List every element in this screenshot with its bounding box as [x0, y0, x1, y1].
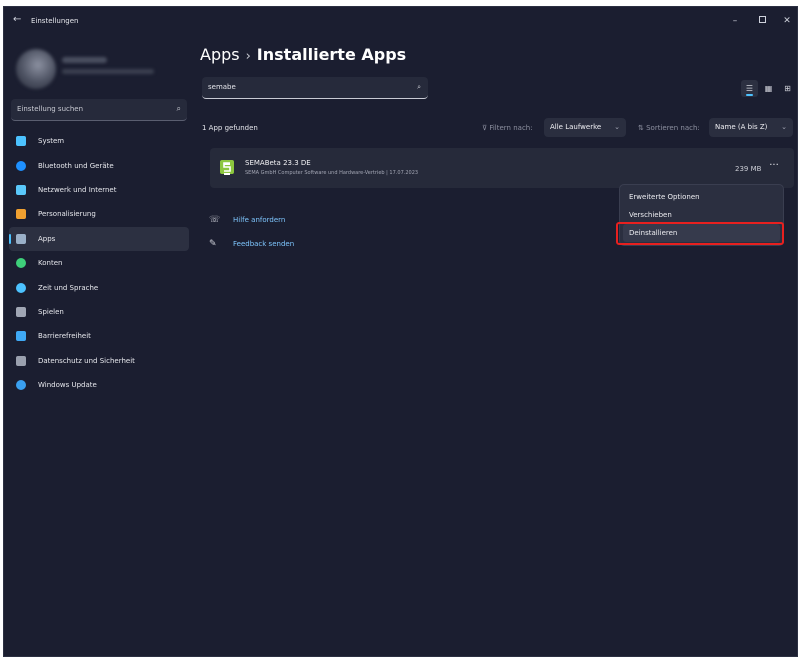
gamepad-icon: [16, 306, 26, 317]
feedback-link[interactable]: ✎ Feedback senden: [209, 235, 294, 253]
avatar[interactable]: [16, 49, 56, 89]
sidebar-item-bluetooth-und-geräte[interactable]: Bluetooth und Geräte: [9, 153, 189, 177]
list-view-button[interactable]: ☰: [741, 80, 758, 97]
sort-label: ⇅ Sortieren nach:: [638, 124, 700, 132]
app-list-item: SEMABeta 23.3 DE SEMA GmbH Computer Soft…: [210, 148, 794, 188]
feedback-icon: ✎: [209, 239, 217, 249]
apps-icon: [16, 233, 26, 244]
sidebar-nav: System Bluetooth und Geräte Netzwerk und I…: [9, 129, 189, 397]
sidebar-item-label: Bluetooth und Geräte: [38, 161, 114, 170]
chevron-right-icon: ›: [245, 49, 251, 64]
monitor-icon: [16, 136, 26, 147]
window-title: Einstellungen: [31, 17, 79, 25]
sidebar-item-label: Zeit und Sprache: [38, 283, 99, 292]
filter-value: Alle Laufwerke: [550, 123, 602, 131]
sidebar-item-label: System: [38, 137, 65, 146]
settings-window: ← Einstellungen – ✕ Einstellung suchen ⌕…: [3, 6, 798, 657]
sidebar-item-netzwerk-und-internet[interactable]: Netzwerk und Internet: [9, 178, 189, 202]
chevron-down-icon: ⌄: [614, 123, 620, 131]
maximize-icon: [758, 16, 766, 23]
globe-clock-icon: [16, 282, 26, 293]
filter-dropdown[interactable]: Alle Laufwerke ⌄: [544, 118, 626, 137]
profile-email-blurred: [62, 69, 154, 74]
settings-search-input[interactable]: Einstellung suchen ⌕: [11, 99, 187, 121]
back-arrow-icon[interactable]: ←: [13, 14, 21, 25]
menu-item-advanced-options[interactable]: Erweiterte Optionen: [623, 188, 780, 206]
sema-logo-icon: [220, 160, 234, 175]
results-count: 1 App gefunden: [202, 124, 258, 132]
wifi-icon: [16, 184, 26, 195]
search-icon: ⌕: [176, 104, 181, 113]
sidebar-item-konten[interactable]: Konten: [9, 251, 189, 275]
help-icon: ☏: [209, 215, 221, 225]
sidebar-item-label: Barrierefreiheit: [38, 332, 91, 341]
close-button[interactable]: ✕: [775, 12, 797, 30]
update-icon: [16, 380, 26, 391]
sidebar-item-label: Spielen: [38, 307, 64, 316]
sidebar-item-personalisierung[interactable]: Personalisierung: [9, 202, 189, 226]
sidebar-item-datenschutz-und-sicherheit[interactable]: Datenschutz und Sicherheit: [9, 349, 189, 373]
app-name: SEMABeta 23.3 DE: [245, 159, 311, 167]
bluetooth-icon: [16, 160, 26, 171]
sidebar-item-label: Konten: [38, 259, 63, 268]
person-icon: [16, 258, 26, 269]
sort-value: Name (A bis Z): [715, 123, 768, 131]
help-link[interactable]: ☏ Hilfe anfordern: [209, 211, 294, 229]
app-publisher-date: SEMA GmbH Computer Software und Hardware…: [245, 170, 419, 176]
help-link-label: Hilfe anfordern: [233, 216, 286, 224]
search-icon: ⌕: [417, 83, 421, 91]
sidebar-item-zeit-und-sprache[interactable]: Zeit und Sprache: [9, 275, 189, 299]
filter-label: ⊽ Filtern nach:: [482, 124, 533, 132]
sidebar-item-barrierefreiheit[interactable]: Barrierefreiheit: [9, 324, 189, 348]
sort-dropdown[interactable]: Name (A bis Z) ⌄: [709, 118, 793, 137]
sidebar-item-label: Windows Update: [38, 381, 97, 390]
app-search-input[interactable]: semabe ⌕: [202, 77, 428, 99]
breadcrumb-apps[interactable]: Apps: [200, 45, 240, 64]
more-options-button[interactable]: ···: [764, 160, 784, 176]
shield-icon: [16, 355, 26, 366]
feedback-link-label: Feedback senden: [233, 240, 295, 248]
sidebar-item-label: Apps: [38, 234, 56, 243]
sidebar-item-label: Personalisierung: [38, 210, 96, 219]
minimize-button[interactable]: –: [723, 12, 747, 30]
sidebar-item-windows-update[interactable]: Windows Update: [9, 373, 189, 397]
breadcrumb: Apps › Installierte Apps: [200, 45, 406, 64]
sidebar-item-spielen[interactable]: Spielen: [9, 300, 189, 324]
title-bar: ← Einstellungen – ✕: [4, 7, 797, 37]
page-title: Installierte Apps: [256, 45, 407, 64]
sidebar-item-system[interactable]: System: [9, 129, 189, 153]
uninstall-highlight-box: [616, 222, 784, 245]
sidebar-item-apps[interactable]: Apps: [9, 226, 189, 251]
brush-icon: [16, 209, 26, 220]
app-search-value: semabe: [208, 83, 236, 91]
sidebar-item-label: Netzwerk und Internet: [38, 185, 117, 194]
grid-view-button[interactable]: ▦: [760, 80, 777, 97]
settings-search-placeholder: Einstellung suchen: [17, 105, 84, 113]
maximize-button[interactable]: [750, 12, 774, 30]
accessibility-icon: [16, 331, 26, 342]
tile-view-button[interactable]: ⊞: [779, 80, 796, 97]
app-size: 239 MB: [735, 165, 762, 173]
help-links: ☏ Hilfe anfordern ✎ Feedback senden: [209, 211, 294, 259]
sidebar-item-label: Datenschutz und Sicherheit: [38, 356, 135, 365]
profile-name-blurred: [62, 57, 107, 63]
sema-s-glyph: [223, 162, 231, 172]
chevron-down-icon: ⌄: [781, 123, 787, 131]
